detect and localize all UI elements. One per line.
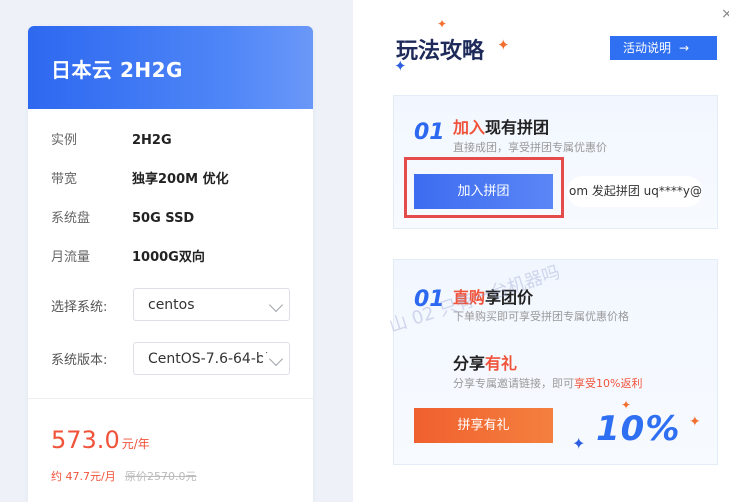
spec-label: 带宽 xyxy=(51,172,78,187)
sparkle-star-icon: ✦ xyxy=(572,434,586,453)
monthly-price: 约 47.7元/月 xyxy=(51,470,116,483)
card-header: 日本云 2H2G xyxy=(28,26,313,109)
price-divider xyxy=(28,398,313,399)
rebate-percent: 10% xyxy=(596,409,681,449)
join-group-button[interactable]: 加入拼团 xyxy=(414,174,553,209)
system-select[interactable]: centos xyxy=(133,288,290,321)
version-select-label: 系统版本: xyxy=(51,353,108,368)
sparkle-star-icon: ✦ xyxy=(497,36,510,54)
step-description-prefix: 分享专属邀请链接，即可 xyxy=(453,377,574,390)
step-description: 分享专属邀请链接，即可享受10%返利 xyxy=(453,375,642,391)
spec-value: 1000G双向 xyxy=(132,250,205,265)
arrow-right-icon: → xyxy=(679,41,690,55)
sparkle-star-icon: ✦ xyxy=(689,414,701,430)
step-number: 01 xyxy=(414,287,445,312)
chevron-down-icon xyxy=(268,351,284,367)
original-price: 原价2570.0元 xyxy=(125,470,197,483)
close-icon[interactable]: × xyxy=(721,6,729,22)
step-title-highlight: 加入 xyxy=(453,118,486,137)
step-title-highlight: 有礼 xyxy=(485,354,518,373)
step-description-highlight: 享受10%返利 xyxy=(574,377,643,390)
step-title: 直购享团价 xyxy=(453,284,533,308)
spec-label: 实例 xyxy=(51,133,78,148)
step-title-highlight: 直购 xyxy=(453,288,486,307)
chevron-down-icon xyxy=(268,297,284,313)
price-unit: 元/年 xyxy=(121,437,150,451)
step-title-prefix: 分享 xyxy=(453,354,486,373)
activity-rules-button[interactable]: 活动说明 → xyxy=(610,36,717,60)
step-title-rest: 享团价 xyxy=(485,288,534,307)
step-description: 直接成团，享受拼团专属优惠价 xyxy=(453,141,607,154)
share-reward-button[interactable]: 拼享有礼 xyxy=(414,408,553,443)
sparkle-star-icon: ✦ xyxy=(437,17,448,31)
price-value: 573.0 xyxy=(51,426,120,454)
sparkle-star-icon: ✦ xyxy=(394,57,407,75)
spec-label: 月流量 xyxy=(51,250,91,265)
system-select-label: 选择系统: xyxy=(51,300,108,315)
guide-title: 玩法攻略 xyxy=(396,39,485,64)
system-select-value: centos xyxy=(148,297,195,313)
activity-rules-label: 活动说明 xyxy=(623,41,672,55)
spec-label: 系统盘 xyxy=(51,211,91,226)
price: 573.0 元/年 xyxy=(51,426,150,454)
product-card: 日本云 2H2G 实例 2H2G 带宽 独享200M 优化 系统盘 50G SS… xyxy=(28,26,313,502)
spec-value: 50G SSD xyxy=(132,211,195,226)
spec-value: 独享200M 优化 xyxy=(132,172,229,187)
invite-marquee: om 发起拼团 uq****y@ xyxy=(567,176,702,207)
step-description: 下单购买即可享受拼团专属优惠价格 xyxy=(453,310,629,323)
product-title: 日本云 2H2G xyxy=(51,58,183,82)
step-title: 加入现有拼团 xyxy=(453,114,549,138)
step-title: 分享有礼 xyxy=(453,350,517,374)
step-number: 01 xyxy=(414,120,445,145)
version-select-value: CentOS-7.6-64-bi xyxy=(148,351,269,367)
version-select[interactable]: CentOS-7.6-64-bi xyxy=(133,342,290,375)
step-title-rest: 现有拼团 xyxy=(485,118,550,137)
spec-value: 2H2G xyxy=(132,133,172,148)
